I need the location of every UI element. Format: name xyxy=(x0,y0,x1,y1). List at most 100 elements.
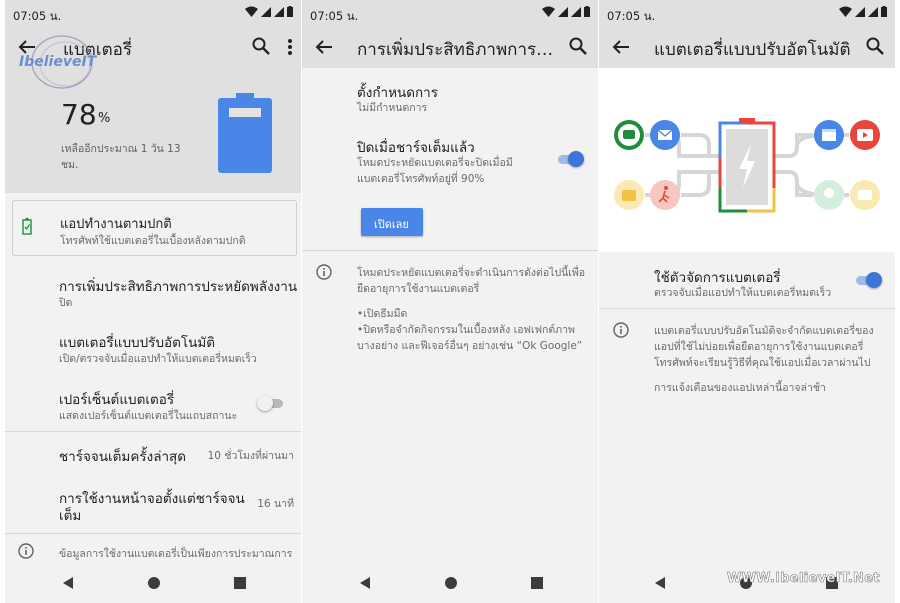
status-icons xyxy=(839,6,887,17)
wifi-icon xyxy=(245,6,258,17)
more-options-icon[interactable] xyxy=(287,37,293,57)
nav-home-icon[interactable] xyxy=(145,574,163,592)
toolbar: แบตเตอรี่แบบปรับอัตโนมัติ xyxy=(599,26,895,68)
battery-status-card[interactable]: แอปทำงานตามปกติ โทรศัพท์ใช้แบตเตอรี่ในเบ… xyxy=(12,200,297,256)
turn-on-now-button[interactable]: เปิดเลย xyxy=(361,208,423,236)
saver-bullet-background: •ปิดหรือจำกัดกิจกรรมในเบื้องหลัง เอฟเฟกต… xyxy=(357,324,575,336)
status-icons xyxy=(542,6,590,17)
nav-bar xyxy=(5,563,301,603)
watermark-url: WWW.IbelieveIT.Net xyxy=(727,571,880,587)
screen-usage-label-2: เต็ม xyxy=(59,508,82,524)
status-time: 07:05 น. xyxy=(310,9,359,23)
battery-status-icon xyxy=(881,6,887,17)
status-bar: 07:05 น. xyxy=(5,0,301,26)
screen-usage-row: การใช้งานหน้าจอตั้งแต่ชาร์จจน เต็ม 16 นา… xyxy=(5,480,301,524)
nav-home-icon[interactable] xyxy=(442,574,460,592)
status-icons xyxy=(245,6,293,17)
page-title: การเพิ่มประสิทธิภาพการประ... xyxy=(357,40,562,60)
last-charge-value: 10 ชั่วโมงที่ผ่านมา xyxy=(207,450,294,462)
battery-percent-unit: % xyxy=(98,111,111,126)
full-charge-subtitle: โหมดประหยัดแบตเตอรี่จะปิดเมื่อมี xyxy=(357,157,513,169)
last-charge-label: ชาร์จจนเต็มครั้งล่าสุด xyxy=(59,449,187,465)
battery-ok-icon xyxy=(22,218,32,235)
info-text: ข้อมูลการใช้งานแบตเตอรี่เป็นเพียงการประม… xyxy=(59,548,293,560)
nav-recents-icon[interactable] xyxy=(528,574,546,592)
nav-bar: WWW.IbelieveIT.Net xyxy=(599,563,895,603)
adaptive-info-text-2: แอปที่ใช้ไม่บ่อยเพื่อยืดอายุการใช้งานแบต… xyxy=(654,341,864,353)
battery-manager-switch[interactable] xyxy=(856,271,882,289)
back-arrow-icon[interactable] xyxy=(314,37,334,57)
search-icon[interactable] xyxy=(865,36,885,56)
turn-on-now-label: เปิดเลย xyxy=(374,218,409,231)
card-title: แอปทำงานตามปกติ xyxy=(60,217,172,232)
screen-usage-label: การใช้งานหน้าจอตั้งแต่ชาร์จจน xyxy=(59,491,245,507)
list-item-battery-percentage[interactable]: เปอร์เซ็นต์แบตเตอรี่ แสดงเปอร์เซ็นต์แบตเ… xyxy=(5,379,301,427)
divider xyxy=(5,533,301,534)
search-icon[interactable] xyxy=(251,36,271,56)
adaptive-battery-illustration xyxy=(599,68,895,252)
search-icon[interactable] xyxy=(568,36,588,56)
info-icon xyxy=(613,322,629,338)
battery-status-icon xyxy=(287,6,293,17)
item-subtitle: แสดงเปอร์เซ็นต์แบตเตอรี่ในแถบสถานะ xyxy=(59,410,238,422)
battery-percentage-switch[interactable] xyxy=(257,394,283,412)
item-subtitle: เปิด/ตรวจจับเมื่อแอปทำให้แบตเตอรี่หมดเร็… xyxy=(59,353,257,365)
nav-back-icon[interactable] xyxy=(357,574,375,592)
battery-saver-screen: 07:05 น. การเพิ่มประสิทธิภาพการประ... ตั… xyxy=(302,0,598,603)
wifi-icon xyxy=(542,6,555,17)
toolbar: การเพิ่มประสิทธิภาพการประ... xyxy=(302,26,598,68)
battery-status-icon xyxy=(584,6,590,17)
signal-icon-2 xyxy=(571,6,581,17)
signal-icon-2 xyxy=(274,6,284,17)
adaptive-info-text: แบตเตอรี่แบบปรับอัตโนมัติจะจำกัดแบตเตอรี… xyxy=(654,325,874,337)
status-bar: 07:05 น. xyxy=(302,0,598,26)
divider xyxy=(5,431,301,432)
screen-usage-value: 16 นาที xyxy=(257,498,294,510)
divider xyxy=(302,250,598,251)
signal-icon-2 xyxy=(868,6,878,17)
list-item-power-saving[interactable]: การเพิ่มประสิทธิภาพการประหยัดพลังงาน ปิด xyxy=(5,266,301,314)
status-bar: 07:05 น. xyxy=(599,0,895,26)
delay-notice: การแจ้งเตือนของแอปเหล่านี้อาจล่าช้า xyxy=(654,382,826,394)
divider xyxy=(599,308,895,309)
wifi-icon xyxy=(839,6,852,17)
full-charge-subtitle-2: แบตเตอรี่โทรศัพท์อยู่ที่ 90% xyxy=(357,173,485,185)
adaptive-battery-screen: 07:05 น. แบตเตอรี่แบบปรับอัตโนมัติ ใช้ตั… xyxy=(599,0,895,603)
last-charge-row: ชาร์จจนเต็มครั้งล่าสุด 10 ชั่วโมงที่ผ่าน… xyxy=(5,436,301,470)
watermark-logo: IbelieveIT xyxy=(17,32,102,92)
saver-bullet-dark-theme: •เปิดธีมมืด xyxy=(357,308,408,320)
adaptive-info-text-3: โทรศัพท์จะเรียนรู้วิธีที่คุณใช้แอปเมื่อเ… xyxy=(654,357,871,369)
signal-icon xyxy=(855,6,865,17)
watermark-text: IbelieveIT xyxy=(19,54,97,70)
list-item-adaptive-battery[interactable]: แบตเตอรี่แบบปรับอัตโนมัติ เปิด/ตรวจจับเม… xyxy=(5,322,301,370)
nav-back-icon[interactable] xyxy=(60,574,78,592)
page-title: แบตเตอรี่แบบปรับอัตโนมัติ xyxy=(654,40,851,60)
status-time: 07:05 น. xyxy=(607,9,656,23)
battery-screen: 07:05 น. แบตเตอรี่ IbelieveIT 78 % เหลือ… xyxy=(5,0,301,603)
nav-back-icon[interactable] xyxy=(652,574,670,592)
remaining-time-unit: ชม. xyxy=(61,159,79,171)
info-icon xyxy=(316,264,332,280)
full-charge-switch[interactable] xyxy=(558,150,584,168)
nav-bar xyxy=(302,563,598,603)
card-subtitle: โทรศัพท์ใช้แบตเตอรี่ในเบื้องหลังตามปกติ xyxy=(60,235,246,247)
remaining-time: เหลืออีกประมาณ 1 วัน 13 xyxy=(61,143,181,155)
nav-recents-icon[interactable] xyxy=(231,574,249,592)
saver-bullet-background-2: บางอย่าง และฟีเจอร์อื่นๆ อย่างเช่น “Ok G… xyxy=(357,340,583,352)
battery-percent: 78 xyxy=(61,98,97,131)
item-title: การเพิ่มประสิทธิภาพการประหยัดพลังงาน xyxy=(59,279,298,295)
saver-info-text: โหมดประหยัดแบตเตอรี่จะดำเนินการดังต่อไปน… xyxy=(357,267,586,279)
back-arrow-icon[interactable] xyxy=(611,37,631,57)
signal-icon xyxy=(261,6,271,17)
battery-large-icon xyxy=(218,93,272,173)
manager-subtitle: ตรวจจับเมื่อแอปทำให้แบตเตอรี่หมดเร็ว xyxy=(654,287,832,299)
info-icon xyxy=(18,543,34,559)
signal-icon xyxy=(558,6,568,17)
schedule-subtitle: ไม่มีกำหนดการ xyxy=(357,102,428,114)
item-subtitle: ปิด xyxy=(59,297,73,309)
saver-info-text-2: ยืดอายุการใช้งานแบตเตอรี่ xyxy=(357,283,480,295)
turn-off-full-charge-row[interactable]: ปิดเมื่อชาร์จเต็มแล้ว โหมดประหยัดแบตเตอร… xyxy=(302,130,598,190)
status-time: 07:05 น. xyxy=(13,9,62,23)
battery-manager-row[interactable]: ใช้ตัวจัดการแบตเตอรี่ ตรวจจับเมื่อแอปทำใ… xyxy=(599,262,895,302)
schedule-row[interactable]: ตั้งกำหนดการ ไม่มีกำหนดการ xyxy=(302,74,598,118)
